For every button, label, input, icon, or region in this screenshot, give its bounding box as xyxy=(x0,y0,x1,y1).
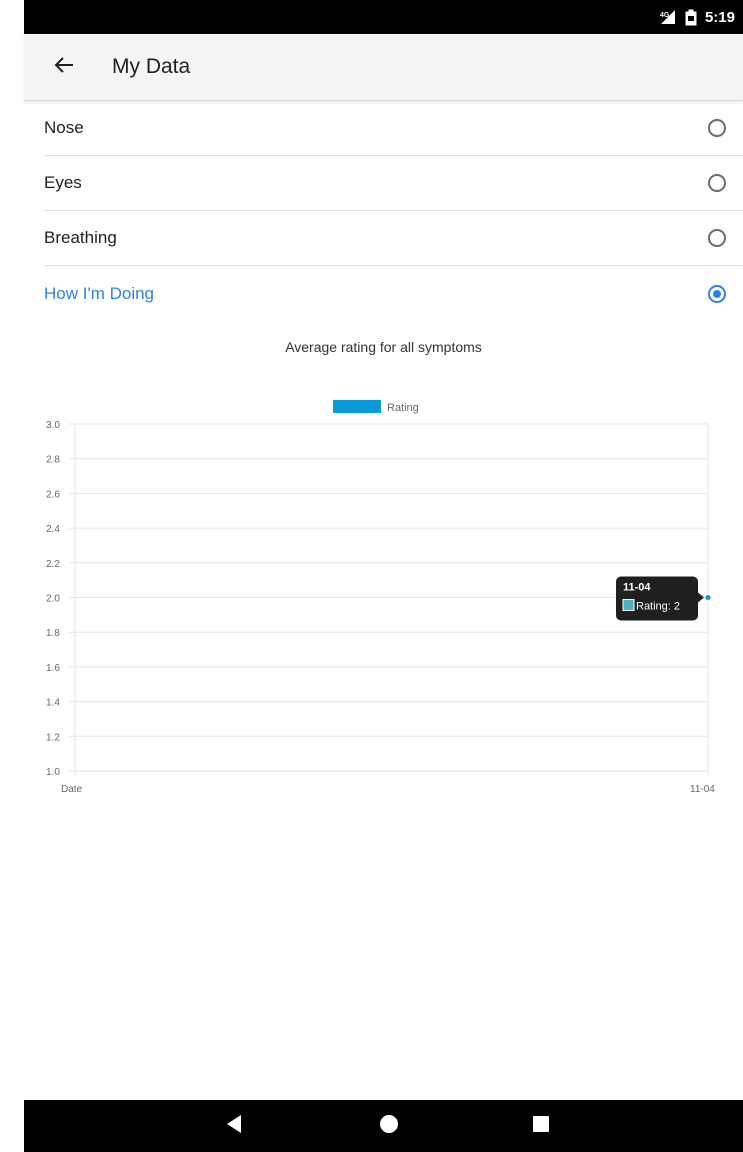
nav-back-button[interactable] xyxy=(204,1100,264,1152)
radio-button[interactable] xyxy=(708,174,726,192)
home-circle-icon xyxy=(379,1114,399,1139)
option-label: How I'm Doing xyxy=(44,283,155,303)
y-tick-label: 2.0 xyxy=(46,594,60,605)
option-nose[interactable]: Nose xyxy=(44,101,743,156)
status-bar: 4G 5:19 xyxy=(24,0,743,34)
back-triangle-icon xyxy=(225,1114,243,1139)
signal-icon: 4G xyxy=(659,9,677,25)
legend-label: Rating xyxy=(387,402,419,414)
tooltip-label: Rating: 2 xyxy=(636,601,680,613)
y-tick-label: 1.0 xyxy=(46,767,60,778)
y-tick-label: 1.6 xyxy=(46,663,60,674)
symptom-options: Nose Eyes Breathing How I'm Doing xyxy=(44,101,743,321)
radio-button[interactable] xyxy=(708,119,726,137)
y-tick-label: 1.2 xyxy=(46,732,60,743)
y-tick-label: 3.0 xyxy=(46,420,60,431)
option-label: Nose xyxy=(44,118,84,137)
y-tick-label: 1.8 xyxy=(46,628,60,639)
arrow-back-icon xyxy=(54,56,74,79)
tooltip-title: 11-04 xyxy=(623,582,651,594)
y-tick-label: 2.6 xyxy=(46,489,60,500)
chart-title: Average rating for all symptoms xyxy=(285,339,482,355)
nav-home-button[interactable] xyxy=(359,1100,419,1152)
x-tick-label: 11-04 xyxy=(690,784,715,795)
y-tick-label: 2.2 xyxy=(46,559,60,570)
chart: Rating 3.0 2.8 2.6 2.4 2.2 2.0 1.8 1.6 1.4 1.2 1.0… xyxy=(0,390,743,810)
app-bar: My Data xyxy=(24,34,743,101)
page-title: My Data xyxy=(112,55,191,78)
option-eyes[interactable]: Eyes xyxy=(44,156,743,211)
back-button[interactable] xyxy=(42,45,86,89)
recents-square-icon xyxy=(532,1115,550,1138)
battery-icon xyxy=(685,9,697,26)
tooltip-caret xyxy=(698,592,704,603)
nav-recents-button[interactable] xyxy=(511,1100,571,1152)
x-axis-label: Date xyxy=(61,784,83,795)
y-tick-label: 1.4 xyxy=(46,698,60,709)
chart-svg: Rating 3.0 2.8 2.6 2.4 2.2 2.0 1.8 1.6 1.4 1.2 1.0… xyxy=(46,400,715,795)
svg-text:4G: 4G xyxy=(660,12,670,19)
option-breathing[interactable]: Breathing xyxy=(44,211,743,266)
nav-bar xyxy=(24,1100,743,1152)
radio-button[interactable] xyxy=(708,284,726,303)
data-point[interactable] xyxy=(705,595,711,600)
option-label: Breathing xyxy=(44,228,117,247)
y-tick-label: 2.8 xyxy=(46,455,60,466)
option-how-im-doing[interactable]: How I'm Doing xyxy=(44,266,743,321)
y-tick-label: 2.4 xyxy=(46,524,60,535)
tooltip-swatch xyxy=(622,599,635,611)
status-time: 5:19 xyxy=(704,8,735,26)
legend-swatch xyxy=(333,400,381,413)
option-label: Eyes xyxy=(44,173,82,192)
radio-button[interactable] xyxy=(708,229,726,247)
